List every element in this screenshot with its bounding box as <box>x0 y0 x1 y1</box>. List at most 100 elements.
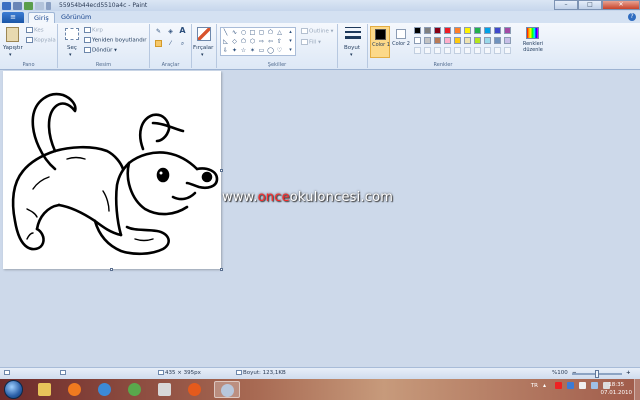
color1-selector[interactable]: Color 1 <box>370 26 390 58</box>
copy-button[interactable]: Kopyala <box>26 37 56 44</box>
help-icon[interactable]: ? <box>628 13 636 21</box>
shape-star6-icon[interactable]: ✶ <box>249 47 256 54</box>
close-button[interactable]: ✕ <box>602 0 640 10</box>
clock[interactable]: 18:35 07.01.2010 <box>601 381 633 397</box>
cut-button[interactable]: Kes <box>26 27 44 34</box>
magnifier-icon[interactable]: ⌕ <box>179 40 186 47</box>
show-desktop-button[interactable] <box>634 379 640 400</box>
tab-home[interactable]: Giriş <box>28 12 55 23</box>
shape-star4-icon[interactable]: ✦ <box>231 47 238 54</box>
palette-color-swatch[interactable] <box>454 37 461 44</box>
zoom-slider[interactable] <box>572 370 622 378</box>
shape-curve-icon[interactable]: ∿ <box>231 29 238 36</box>
canvas-resize-handle-right[interactable] <box>220 169 223 172</box>
palette-color-swatch[interactable] <box>504 37 511 44</box>
pencil-icon[interactable]: ✎ <box>155 28 162 35</box>
bluetooth-icon[interactable] <box>567 382 574 389</box>
palette-custom-slot[interactable] <box>504 47 511 54</box>
shape-rectangle-icon[interactable]: □ <box>249 29 256 36</box>
palette-color-swatch[interactable] <box>474 27 481 34</box>
palette-color-swatch[interactable] <box>434 37 441 44</box>
paste-button[interactable]: Yapıştır <box>3 45 23 51</box>
palette-custom-slot[interactable] <box>444 47 451 54</box>
palette-color-swatch[interactable] <box>414 37 421 44</box>
shape-callout-rect-icon[interactable]: ▭ <box>258 47 265 54</box>
rotate-button[interactable]: Döndür ▾ <box>84 47 117 54</box>
outline-button[interactable]: Outline ▾ <box>301 28 333 35</box>
palette-custom-slot[interactable] <box>494 47 501 54</box>
brushes-dropdown-icon[interactable]: ▾ <box>201 52 204 58</box>
eraser-icon[interactable] <box>155 40 162 47</box>
shape-arrow-up-icon[interactable]: ⇧ <box>276 38 283 45</box>
shapes-scroll-down-icon[interactable]: ▾ <box>287 38 294 45</box>
canvas-resize-handle-corner[interactable] <box>220 268 223 271</box>
tab-view[interactable]: Görünüm <box>56 12 96 23</box>
canvas-workspace[interactable]: www.onceokuloncesi.com <box>0 70 640 367</box>
zoom-in-icon[interactable]: + <box>626 370 631 376</box>
taskbar-firefox-button[interactable] <box>182 381 208 398</box>
antivirus-icon[interactable] <box>555 382 562 389</box>
crop-button[interactable]: Kırp <box>84 27 103 34</box>
canvas-resize-handle-bottom[interactable] <box>110 268 113 271</box>
taskbar-media-player-button[interactable] <box>62 381 88 398</box>
file-menu-tab[interactable]: ≡ <box>2 12 24 23</box>
shape-oval-icon[interactable]: ○ <box>240 29 247 36</box>
select-button[interactable]: Seç <box>67 45 77 51</box>
palette-color-swatch[interactable] <box>474 37 481 44</box>
palette-color-swatch[interactable] <box>414 27 421 34</box>
palette-color-swatch[interactable] <box>494 37 501 44</box>
fill-button[interactable]: Fill ▾ <box>301 39 321 46</box>
palette-color-swatch[interactable] <box>424 27 431 34</box>
palette-custom-slot[interactable] <box>414 47 421 54</box>
palette-color-swatch[interactable] <box>444 37 451 44</box>
shape-star5-icon[interactable]: ☆ <box>240 47 247 54</box>
color-picker-icon[interactable]: ⁄ <box>167 40 174 47</box>
select-dropdown-icon[interactable]: ▾ <box>69 52 72 58</box>
shape-right-triangle-icon[interactable]: ◺ <box>222 38 229 45</box>
palette-color-swatch[interactable] <box>444 27 451 34</box>
palette-custom-slot[interactable] <box>424 47 431 54</box>
taskbar-paint-active-button[interactable] <box>214 381 240 398</box>
text-tool-icon[interactable]: A <box>179 27 186 35</box>
zoom-slider-thumb[interactable] <box>595 370 599 378</box>
shapes-more-icon[interactable]: ▾ <box>287 47 294 54</box>
palette-color-swatch[interactable] <box>484 37 491 44</box>
drawing-canvas[interactable] <box>3 71 221 269</box>
taskbar-internet-explorer-button[interactable] <box>92 381 118 398</box>
maximize-button[interactable]: □ <box>578 0 602 10</box>
palette-color-swatch[interactable] <box>434 27 441 34</box>
shape-arrow-down-icon[interactable]: ⇩ <box>222 47 229 54</box>
palette-color-swatch[interactable] <box>424 37 431 44</box>
shape-hexagon-icon[interactable]: ⬡ <box>249 38 256 45</box>
taskbar-explorer-button[interactable] <box>32 381 58 398</box>
palette-color-swatch[interactable] <box>484 27 491 34</box>
palette-color-swatch[interactable] <box>464 27 471 34</box>
shape-polygon-icon[interactable]: ⬠ <box>267 29 274 36</box>
flag-icon[interactable] <box>579 382 586 389</box>
language-indicator[interactable]: TR <box>531 383 538 389</box>
fill-bucket-icon[interactable]: ◈ <box>167 28 174 35</box>
size-button[interactable]: Boyut <box>344 45 360 51</box>
color2-selector[interactable]: Color 2 <box>392 26 410 58</box>
shape-heart-icon[interactable]: ♡ <box>276 47 283 54</box>
palette-custom-slot[interactable] <box>484 47 491 54</box>
save-icon[interactable] <box>13 1 22 10</box>
shape-diamond-icon[interactable]: ◇ <box>231 38 238 45</box>
tray-expand-icon[interactable]: ▴ <box>543 382 550 389</box>
shape-rounded-rect-icon[interactable]: ▢ <box>258 29 265 36</box>
undo-icon[interactable] <box>24 1 33 10</box>
shape-pentagon-icon[interactable]: ⬠ <box>240 38 247 45</box>
brushes-button[interactable]: Fırçalar <box>193 45 213 51</box>
edit-colors-button[interactable]: Renkleri düzenle <box>520 41 546 53</box>
quick-access-dropdown-icon[interactable] <box>46 1 51 10</box>
palette-custom-slot[interactable] <box>434 47 441 54</box>
palette-custom-slot[interactable] <box>464 47 471 54</box>
taskbar-paint-button[interactable] <box>152 381 178 398</box>
network-icon[interactable] <box>591 382 598 389</box>
palette-color-swatch[interactable] <box>464 37 471 44</box>
palette-custom-slot[interactable] <box>454 47 461 54</box>
size-dropdown-icon[interactable]: ▾ <box>350 52 353 58</box>
palette-custom-slot[interactable] <box>474 47 481 54</box>
shape-callout-oval-icon[interactable]: ◯ <box>267 47 274 54</box>
shape-line-icon[interactable]: ╲ <box>222 29 229 36</box>
